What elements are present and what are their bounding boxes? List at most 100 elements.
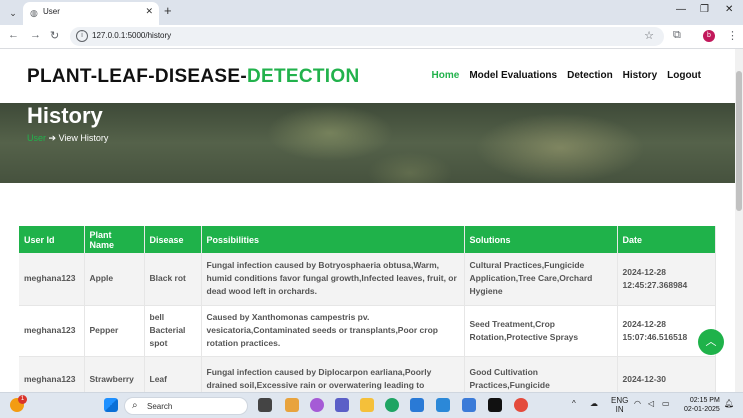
- teams-icon[interactable]: [335, 398, 349, 412]
- lang-line1: ENG: [611, 396, 629, 405]
- table-row: meghana123 Apple Black rot Fungal infect…: [19, 253, 716, 306]
- browser-toolbar: ← → ↻ i 127.0.0.1:5000/history ☆: [0, 25, 743, 49]
- nav-home[interactable]: Home: [432, 70, 460, 81]
- task-view-icon[interactable]: [258, 398, 272, 412]
- cell-possibilities: Caused by Xanthomonas campestris pv. ves…: [201, 305, 465, 357]
- table-row: meghana123 Strawberry Leaf Fungal infect…: [19, 356, 716, 392]
- bookmark-star-icon[interactable]: ☆: [644, 29, 654, 42]
- notification-badge: 1: [18, 395, 27, 404]
- forward-icon[interactable]: →: [30, 29, 41, 41]
- chrome-icon[interactable]: [514, 398, 528, 412]
- vertical-scrollbar[interactable]: [735, 49, 743, 392]
- arrow-right-icon: ➔: [48, 133, 59, 143]
- system-clock[interactable]: 02:15 PM 02-01-2025: [684, 396, 720, 414]
- restore-icon[interactable]: ❐: [700, 4, 709, 15]
- taskbar-search[interactable]: ⌕ Search: [124, 397, 248, 415]
- col-header: Plant Name: [84, 226, 145, 253]
- pycharm-icon[interactable]: [488, 398, 502, 412]
- vscode-icon[interactable]: [410, 398, 424, 412]
- col-header: Solutions: [464, 226, 618, 253]
- cell-user-id: meghana123: [19, 356, 85, 392]
- col-header: Possibilities: [201, 226, 465, 253]
- main-nav: Home Model Evaluations Detection History…: [432, 70, 701, 81]
- cell-user-id: meghana123: [19, 305, 85, 357]
- table-header-row: User Id Plant Name Disease Possibilities…: [19, 226, 716, 253]
- chevron-up-icon: ︿: [705, 336, 717, 348]
- calculator-icon[interactable]: [436, 398, 450, 412]
- search-icon: ⌕: [132, 400, 138, 411]
- reload-icon[interactable]: ↻: [50, 29, 59, 42]
- nav-logout[interactable]: Logout: [667, 70, 701, 81]
- clock-time: 02:15 PM: [689, 397, 720, 404]
- col-header: Date: [617, 226, 716, 253]
- cell-possibilities: Fungal infection caused by Diplocarpon e…: [201, 356, 465, 392]
- breadcrumb: User ➔ View History: [27, 133, 108, 144]
- brand-main: PLANT-LEAF-DISEASE-: [27, 66, 247, 87]
- cell-date: 2024-12-28 12:45:27.368984: [617, 253, 716, 306]
- copilot-icon[interactable]: [310, 398, 324, 412]
- cell-solutions: Good Cultivation Practices,Fungicide: [464, 356, 618, 392]
- site-info-icon[interactable]: i: [76, 30, 88, 42]
- cell-solutions: Cultural Practices,Fungicide Application…: [464, 253, 618, 306]
- cell-plant: Pepper: [84, 305, 145, 357]
- close-icon[interactable]: ✕: [145, 6, 153, 17]
- brand-accent: DETECTION: [246, 66, 360, 87]
- file-explorer-icon[interactable]: [360, 398, 374, 412]
- cell-plant: Strawberry: [84, 356, 145, 392]
- notifications-bell-icon[interactable]: 🔔︎: [724, 399, 734, 408]
- nav-model-evaluations[interactable]: Model Evaluations: [469, 70, 557, 81]
- edge-icon[interactable]: [385, 398, 399, 412]
- globe-icon: ◍: [30, 8, 38, 18]
- browser-menu-icon[interactable]: ⋮: [727, 29, 738, 42]
- new-tab-icon[interactable]: +: [164, 3, 172, 18]
- windows-start-icon[interactable]: [104, 398, 118, 412]
- browser-tab[interactable]: ◍ User ✕: [23, 2, 159, 25]
- back-icon[interactable]: ←: [8, 29, 19, 41]
- wifi-icon[interactable]: ◠: [634, 399, 641, 408]
- profile-avatar[interactable]: b: [703, 30, 715, 42]
- lang-line2: IN: [615, 405, 624, 414]
- back-to-top-button[interactable]: ︿: [698, 329, 724, 355]
- files-app-icon[interactable]: [285, 398, 299, 412]
- col-header: Disease: [144, 226, 202, 253]
- window-close-icon[interactable]: ✕: [725, 4, 733, 15]
- url-text[interactable]: 127.0.0.1:5000/history: [92, 31, 171, 40]
- cell-solutions: Seed Treatment,Crop Rotation,Protective …: [464, 305, 618, 357]
- brand-logo[interactable]: PLANT-LEAF-DISEASE-DETECTION: [27, 66, 359, 88]
- vertical-scroll-thumb[interactable]: [736, 71, 742, 211]
- battery-icon[interactable]: ▭: [662, 399, 670, 408]
- col-header: User Id: [19, 226, 85, 253]
- windows-taskbar: 1 ⌕ Search ^ ☁ ENG IN ◠ ◁ ▭ 02:15 PM 02-…: [0, 392, 743, 418]
- extensions-icon[interactable]: ⧉: [673, 29, 681, 42]
- table-row: meghana123 Pepper bell Bacterial spot Ca…: [19, 305, 716, 357]
- address-bar[interactable]: i 127.0.0.1:5000/history ☆: [70, 27, 664, 46]
- breadcrumb-current: View History: [58, 133, 109, 143]
- cell-disease: bell Bacterial spot: [144, 305, 202, 357]
- nav-history[interactable]: History: [623, 70, 657, 81]
- office-icon[interactable]: [462, 398, 476, 412]
- volume-icon[interactable]: ◁: [648, 399, 654, 408]
- onedrive-icon[interactable]: ☁: [590, 399, 598, 408]
- language-indicator[interactable]: ENG IN: [611, 396, 628, 414]
- browser-tab-strip: ⌄ ◍ User ✕ + — ❐ ✕: [0, 0, 743, 25]
- chevron-up-icon[interactable]: ^: [572, 399, 576, 408]
- cell-disease: Leaf: [144, 356, 202, 392]
- clock-date: 02-01-2025: [684, 406, 720, 413]
- history-table-wrap: User Id Plant Name Disease Possibilities…: [19, 226, 716, 392]
- page-title: History: [27, 103, 103, 128]
- history-table: User Id Plant Name Disease Possibilities…: [19, 226, 716, 392]
- cell-date: 2024-12-30: [617, 356, 716, 392]
- site-header: PLANT-LEAF-DISEASE-DETECTION Home Model …: [0, 49, 735, 103]
- minimize-icon[interactable]: —: [676, 4, 686, 15]
- tab-search-icon[interactable]: ⌄: [6, 6, 20, 20]
- breadcrumb-home[interactable]: User: [27, 133, 46, 143]
- cell-plant: Apple: [84, 253, 145, 306]
- taskbar-search-label: Search: [147, 402, 173, 411]
- tab-title: User: [43, 7, 60, 16]
- cell-possibilities: Fungal infection caused by Botryosphaeri…: [201, 253, 465, 306]
- page-viewport: PLANT-LEAF-DISEASE-DETECTION Home Model …: [0, 49, 735, 392]
- nav-detection[interactable]: Detection: [567, 70, 613, 81]
- hero-banner: History User ➔ View History: [0, 103, 735, 183]
- cell-disease: Black rot: [144, 253, 202, 306]
- cell-user-id: meghana123: [19, 253, 85, 306]
